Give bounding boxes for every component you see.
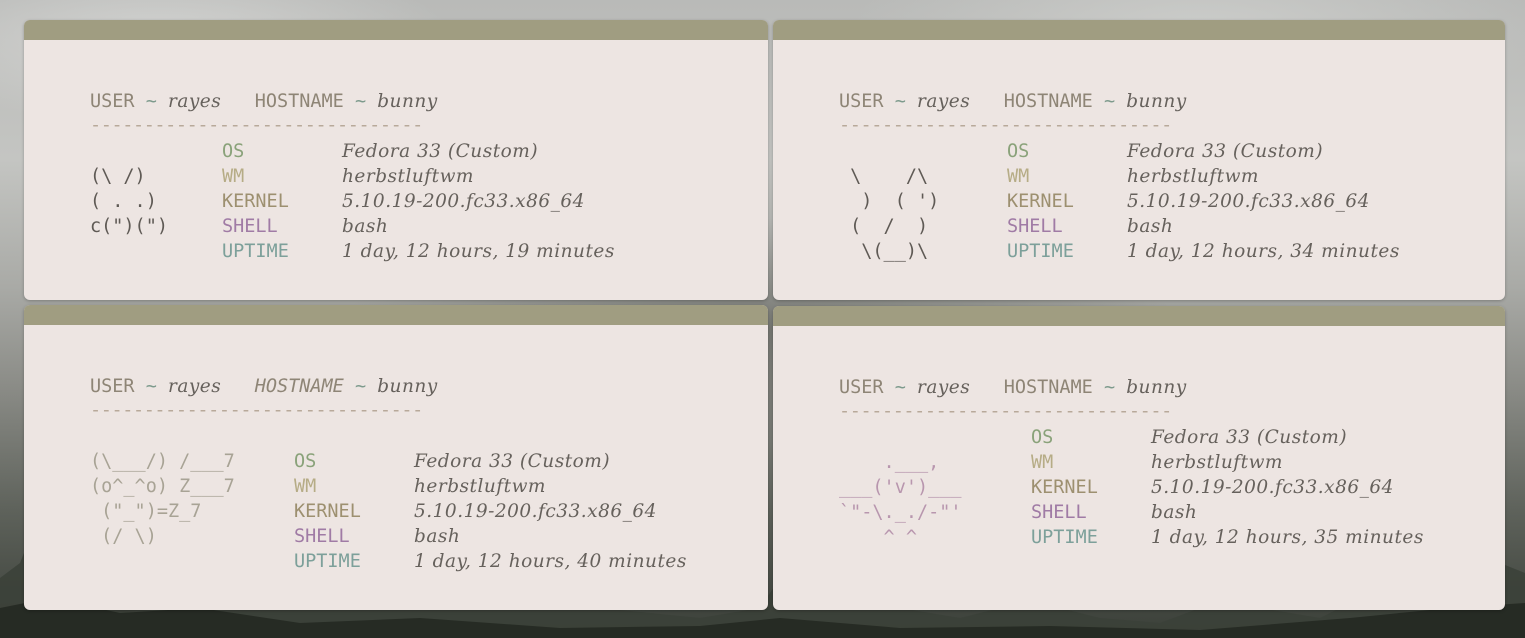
separator-line: ------------------------------- (839, 401, 1172, 422)
hostname-value: bunny (377, 376, 438, 397)
ascii-art-line: ___('v')___ (839, 477, 962, 498)
user-key: USER (839, 377, 884, 398)
user-value: rayes (916, 91, 971, 112)
shell-key: SHELL (222, 216, 278, 237)
user-key: USER (839, 91, 884, 112)
os-value: Fedora 33 (Custom) (1127, 141, 1324, 162)
ascii-art-line: ^ ^ (839, 527, 917, 548)
kernel-key: KERNEL (1031, 477, 1098, 498)
kernel-key: KERNEL (222, 191, 289, 212)
kernel-key: KERNEL (1007, 191, 1074, 212)
tilde-separator: ~ (354, 376, 367, 397)
user-host-line: USER ~ rayes HOSTNAME ~ bunny (839, 91, 1187, 113)
os-key: OS (1007, 141, 1030, 162)
terminal-window-bottom-right[interactable]: USER ~ rayes HOSTNAME ~ bunny ----------… (773, 306, 1505, 610)
ascii-art-line: .___, (839, 452, 940, 473)
tilde-separator: ~ (145, 91, 157, 112)
wm-key: WM (1031, 452, 1054, 473)
wm-value: herbstluftwm (1127, 166, 1259, 187)
kernel-value: 5.10.19-200.fc33.x86_64 (414, 501, 657, 522)
uptime-value: 1 day, 12 hours, 35 minutes (1151, 527, 1424, 548)
ascii-art-line: (/ \) (90, 526, 157, 547)
hostname-value: bunny (1126, 91, 1187, 112)
terminal-content[interactable]: USER ~ rayes HOSTNAME ~ bunny ----------… (24, 325, 768, 610)
hostname-value: bunny (1126, 377, 1187, 398)
hostname-key: HOSTNAME (254, 91, 344, 112)
shell-value: bash (1127, 216, 1174, 237)
uptime-value: 1 day, 12 hours, 34 minutes (1127, 241, 1400, 262)
kernel-value: 5.10.19-200.fc33.x86_64 (1151, 477, 1394, 498)
shell-value: bash (414, 526, 461, 547)
tilde-separator: ~ (894, 377, 906, 398)
terminal-content[interactable]: USER ~ rayes HOSTNAME ~ bunny ----------… (773, 326, 1505, 610)
wm-key: WM (222, 166, 245, 187)
tilde-separator: ~ (1103, 377, 1116, 398)
uptime-key: UPTIME (1007, 241, 1074, 262)
window-titlebar[interactable] (24, 305, 768, 325)
shell-key: SHELL (294, 526, 350, 547)
window-titlebar[interactable] (773, 20, 1505, 40)
ascii-art-line: ( / ) (839, 216, 929, 237)
os-key: OS (1031, 427, 1054, 448)
os-key: OS (294, 451, 317, 472)
user-key: USER (90, 91, 135, 112)
user-host-line: USER ~ rayes HOSTNAME ~ bunny (90, 91, 438, 113)
tilde-separator: ~ (1103, 91, 1116, 112)
wm-value: herbstluftwm (342, 166, 474, 187)
user-host-line: USER ~ rayes HOSTNAME ~ bunny (839, 377, 1187, 399)
user-value: rayes (167, 376, 222, 397)
user-key: USER (90, 376, 135, 397)
shell-key: SHELL (1007, 216, 1063, 237)
ascii-art-line: ( . .) (90, 191, 157, 212)
uptime-key: UPTIME (1031, 527, 1098, 548)
os-value: Fedora 33 (Custom) (414, 451, 611, 472)
uptime-key: UPTIME (222, 241, 289, 262)
user-host-line: USER ~ rayes HOSTNAME ~ bunny (90, 376, 438, 398)
ascii-art-line: `"-\._./-"' (839, 502, 962, 523)
hostname-key: HOSTNAME (1003, 377, 1093, 398)
window-titlebar[interactable] (24, 20, 768, 40)
ascii-art-line: (\___/) /___7 (90, 451, 235, 472)
separator-line: ------------------------------- (90, 400, 423, 421)
uptime-value: 1 day, 12 hours, 19 minutes (342, 241, 615, 262)
ascii-art-line: c(")(") (90, 216, 168, 237)
uptime-value: 1 day, 12 hours, 40 minutes (414, 551, 687, 572)
wm-value: herbstluftwm (1151, 452, 1283, 473)
tilde-separator: ~ (894, 91, 906, 112)
ascii-art-line: ) ( ') (839, 191, 940, 212)
ascii-art-line: (o^_^o) Z___7 (90, 476, 235, 497)
kernel-value: 5.10.19-200.fc33.x86_64 (1127, 191, 1370, 212)
wm-key: WM (294, 476, 317, 497)
os-key: OS (222, 141, 245, 162)
window-titlebar[interactable] (773, 306, 1505, 326)
terminal-window-bottom-left[interactable]: USER ~ rayes HOSTNAME ~ bunny ----------… (24, 305, 768, 610)
terminal-window-top-right[interactable]: USER ~ rayes HOSTNAME ~ bunny ----------… (773, 20, 1505, 300)
user-value: rayes (167, 91, 222, 112)
wm-value: herbstluftwm (414, 476, 546, 497)
tilde-separator: ~ (354, 91, 367, 112)
os-value: Fedora 33 (Custom) (1151, 427, 1348, 448)
terminal-content[interactable]: USER ~ rayes HOSTNAME ~ bunny ----------… (24, 40, 768, 300)
tilde-separator: ~ (145, 376, 157, 397)
shell-value: bash (1151, 502, 1198, 523)
terminal-window-top-left[interactable]: USER ~ rayes HOSTNAME ~ bunny ----------… (24, 20, 768, 300)
shell-value: bash (342, 216, 389, 237)
uptime-key: UPTIME (294, 551, 361, 572)
hostname-value: bunny (377, 91, 438, 112)
shell-key: SHELL (1031, 502, 1087, 523)
separator-line: ------------------------------- (839, 115, 1172, 136)
hostname-key: HOSTNAME (254, 376, 344, 397)
ascii-art-line: ("_")=Z_7 (90, 501, 202, 522)
user-value: rayes (916, 377, 971, 398)
kernel-value: 5.10.19-200.fc33.x86_64 (342, 191, 585, 212)
os-value: Fedora 33 (Custom) (342, 141, 539, 162)
wm-key: WM (1007, 166, 1030, 187)
ascii-art-line: \ /\ (839, 166, 929, 187)
kernel-key: KERNEL (294, 501, 361, 522)
ascii-art-line: (\ /) (90, 166, 146, 187)
terminal-content[interactable]: USER ~ rayes HOSTNAME ~ bunny ----------… (773, 40, 1505, 300)
separator-line: ------------------------------- (90, 115, 423, 136)
hostname-key: HOSTNAME (1003, 91, 1093, 112)
ascii-art-line: \(__)\ (839, 241, 929, 262)
